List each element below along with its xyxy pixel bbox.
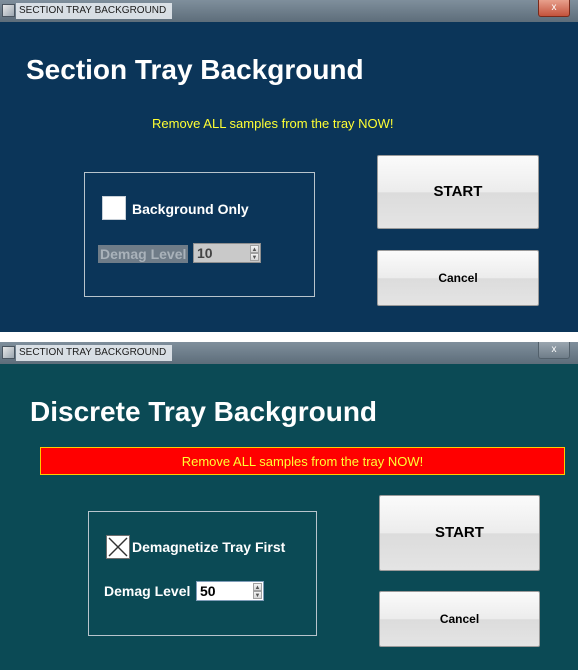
title-bar[interactable]: SECTION TRAY BACKGROUND x bbox=[0, 342, 578, 364]
demag-level-value: 50 bbox=[200, 583, 216, 599]
close-icon[interactable]: x bbox=[538, 0, 570, 17]
page-title: Discrete Tray Background bbox=[30, 396, 378, 427]
demag-level-value: 10 bbox=[197, 245, 213, 261]
options-group: Demagnetize Tray First Demag Level 50 ▲ … bbox=[88, 511, 317, 636]
options-group: Background Only Demag Level 10 ▲ ▼ bbox=[84, 172, 315, 297]
spinner-up-icon[interactable]: ▲ bbox=[253, 583, 262, 591]
warning-text: Remove ALL samples from the tray NOW! bbox=[152, 116, 394, 131]
demag-level-spinner[interactable]: 10 ▲ ▼ bbox=[193, 243, 261, 263]
window-title: SECTION TRAY BACKGROUND bbox=[16, 3, 173, 19]
spinner-down-icon[interactable]: ▼ bbox=[253, 591, 262, 599]
checkbox-check-icon bbox=[108, 537, 128, 557]
window-title: SECTION TRAY BACKGROUND bbox=[16, 345, 173, 361]
spinner-up-icon[interactable]: ▲ bbox=[250, 245, 259, 253]
cancel-button[interactable]: Cancel bbox=[377, 250, 539, 306]
discrete-tray-window: SECTION TRAY BACKGROUND x Discrete Tray … bbox=[0, 342, 578, 670]
demagnetize-tray-checkbox[interactable] bbox=[106, 535, 130, 559]
spinner-down-icon[interactable]: ▼ bbox=[250, 253, 259, 261]
background-only-checkbox[interactable] bbox=[102, 196, 126, 220]
close-icon[interactable]: x bbox=[538, 342, 570, 359]
warning-text: Remove ALL samples from the tray NOW! bbox=[181, 454, 424, 469]
demagnetize-tray-label: Demagnetize Tray First bbox=[132, 539, 286, 555]
demag-level-spinner[interactable]: 50 ▲ ▼ bbox=[196, 581, 264, 601]
background-only-label: Background Only bbox=[132, 201, 249, 217]
cancel-button[interactable]: Cancel bbox=[379, 591, 540, 647]
page-title: Section Tray Background bbox=[26, 54, 364, 85]
warning-banner: Remove ALL samples from the tray NOW! bbox=[40, 447, 565, 475]
title-bar[interactable]: SECTION TRAY BACKGROUND x bbox=[0, 0, 578, 22]
section-tray-window: SECTION TRAY BACKGROUND x Section Tray B… bbox=[0, 0, 578, 332]
demag-level-label: Demag Level bbox=[98, 245, 189, 263]
app-icon bbox=[2, 4, 15, 17]
start-button[interactable]: START bbox=[377, 155, 539, 229]
app-icon bbox=[2, 346, 15, 359]
start-button[interactable]: START bbox=[379, 495, 540, 571]
dialog-body: Section Tray Background Remove ALL sampl… bbox=[10, 22, 570, 332]
dialog-body: Discrete Tray Background Remove ALL samp… bbox=[10, 364, 570, 670]
demag-level-label: Demag Level bbox=[104, 583, 191, 599]
